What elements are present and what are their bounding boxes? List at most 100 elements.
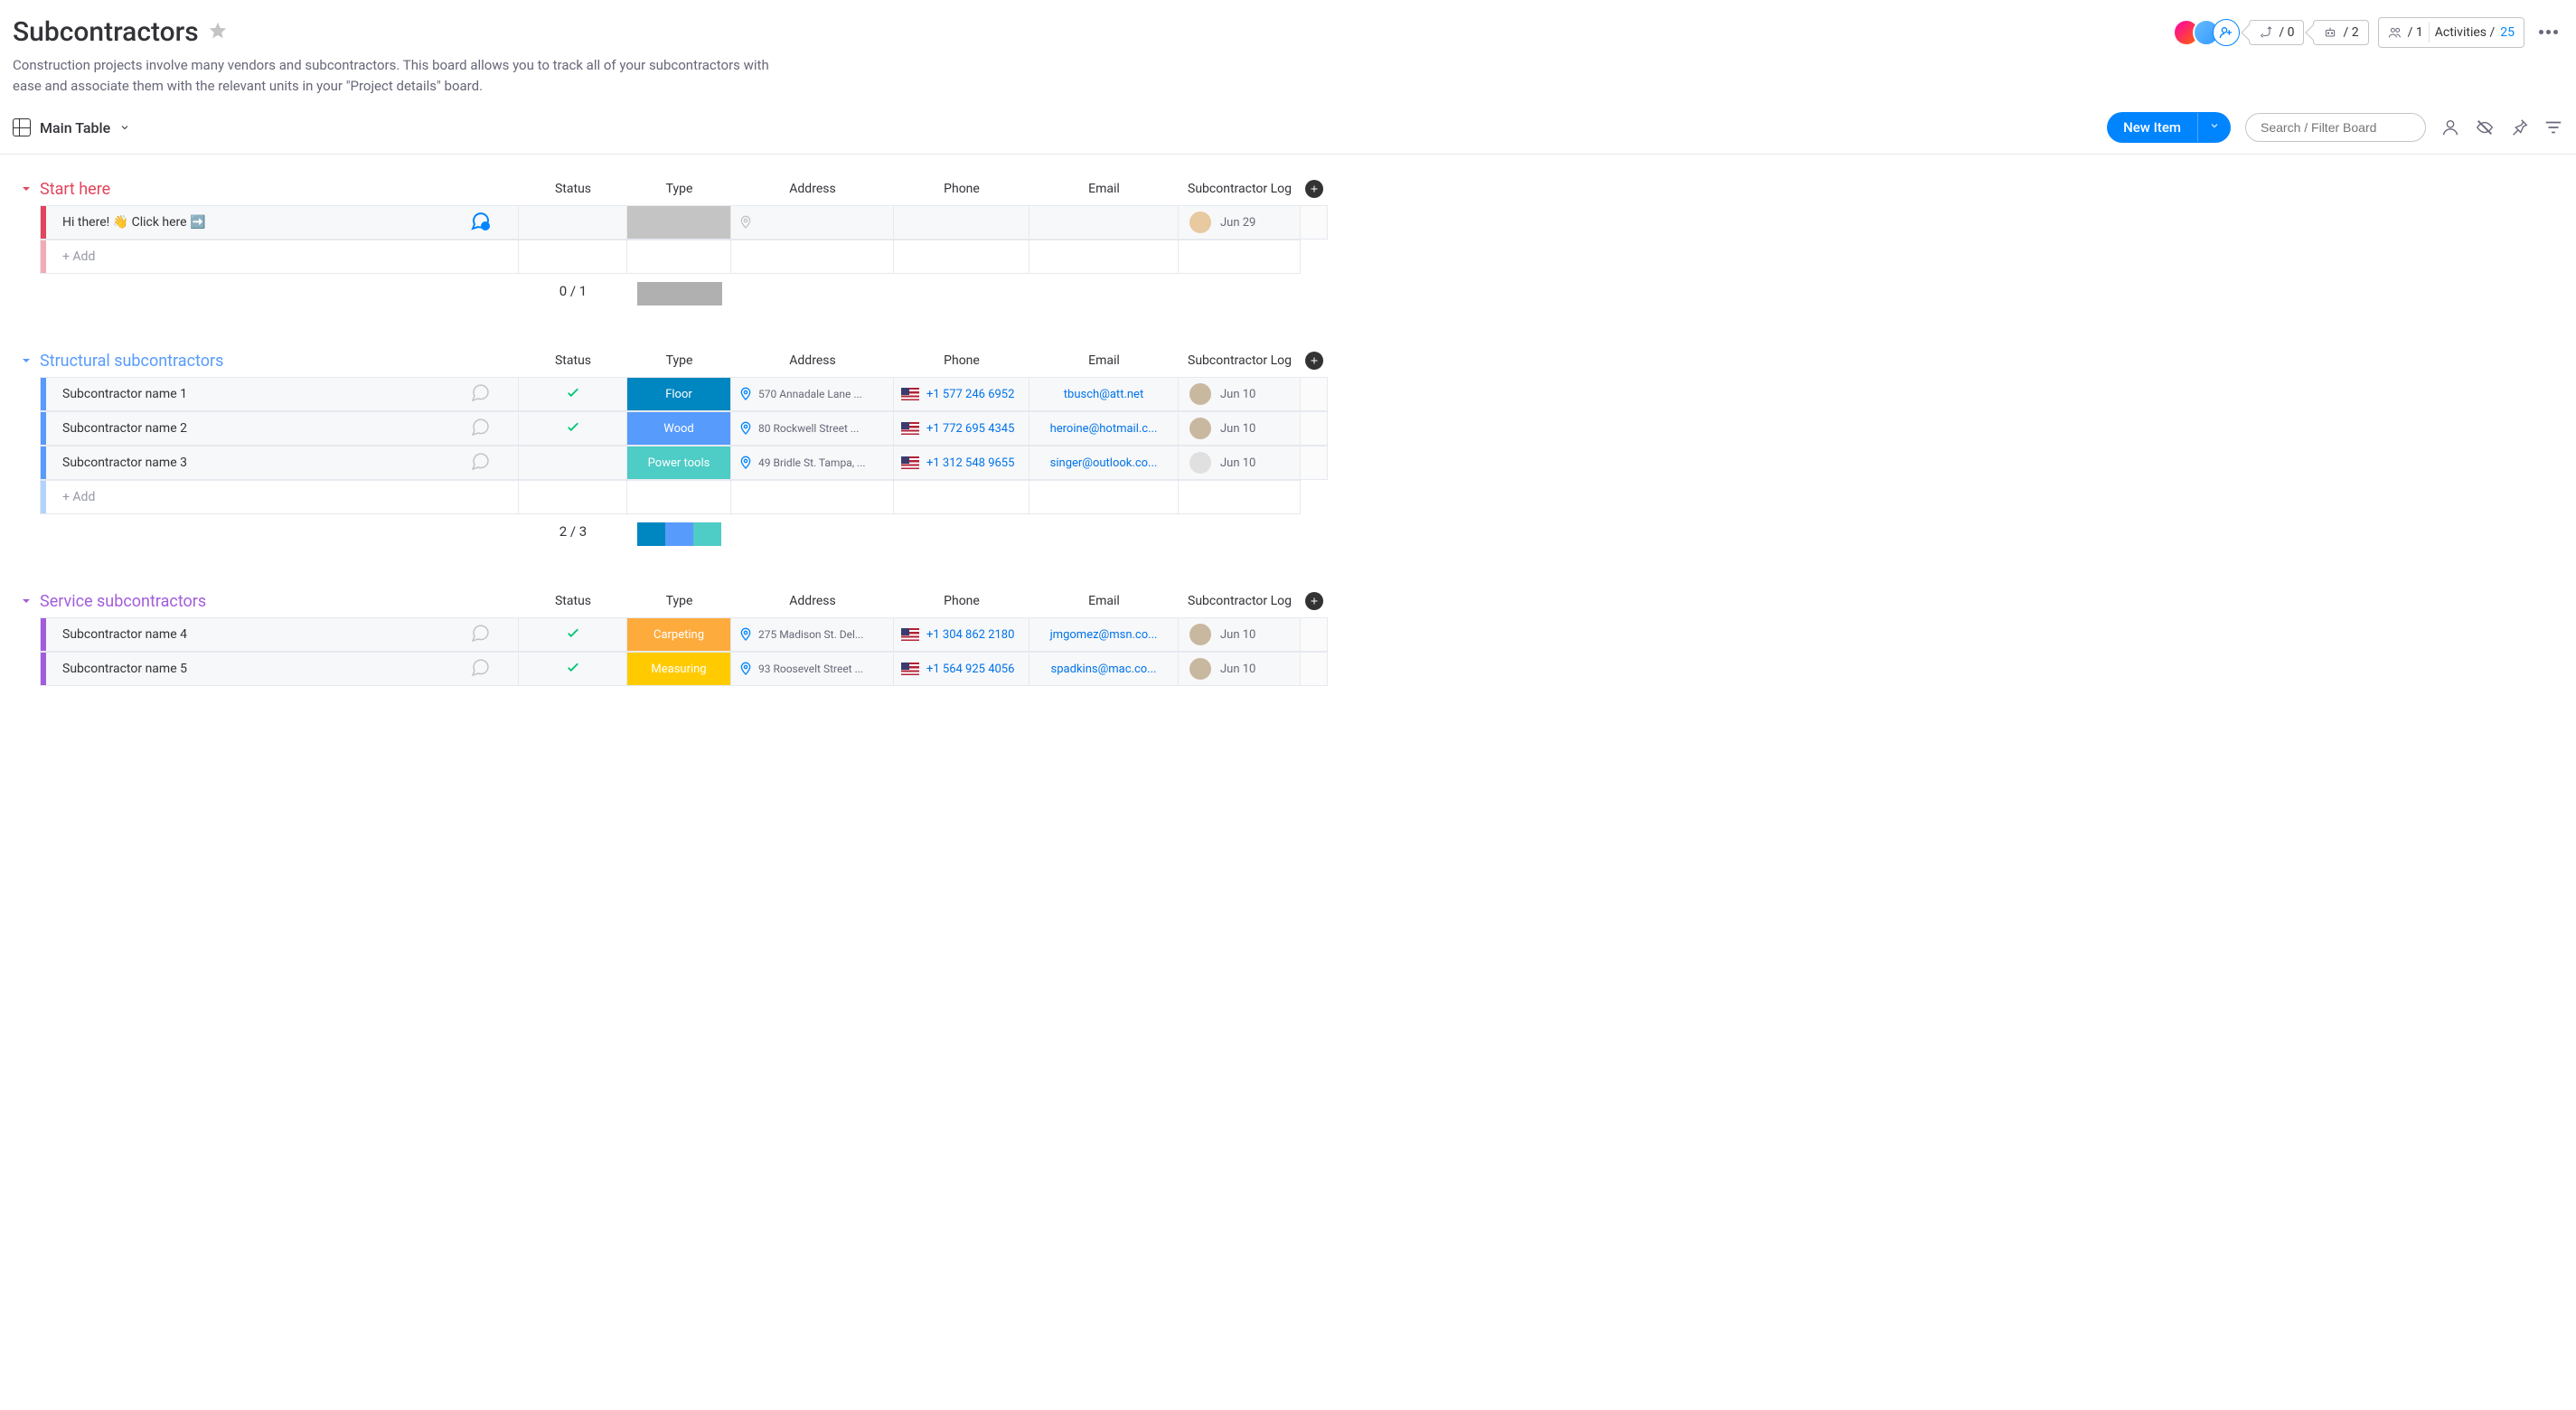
comment-icon[interactable] bbox=[469, 416, 491, 441]
item-name-cell[interactable]: Subcontractor name 5 bbox=[40, 652, 519, 686]
status-cell[interactable] bbox=[519, 377, 627, 411]
type-cell[interactable]: Wood bbox=[627, 411, 731, 446]
filter-icon[interactable] bbox=[2543, 118, 2563, 137]
phone-link[interactable]: +1 564 925 4056 bbox=[926, 663, 1014, 676]
email-link[interactable]: jmgomez@msn.co... bbox=[1037, 628, 1170, 642]
phone-link[interactable]: +1 577 246 6952 bbox=[926, 388, 1014, 401]
phone-cell[interactable]: +1 564 925 4056 bbox=[894, 652, 1029, 686]
group-collapse-toggle[interactable] bbox=[13, 182, 40, 196]
integrations-pill[interactable]: / 0 bbox=[2249, 20, 2304, 45]
status-cell[interactable] bbox=[519, 652, 627, 686]
activities-count[interactable]: 25 bbox=[2500, 25, 2515, 40]
column-header-log[interactable]: Subcontractor Log bbox=[1179, 344, 1301, 377]
address-cell[interactable]: 49 Bridle St. Tampa, ... bbox=[731, 446, 894, 480]
column-header-address[interactable]: Address bbox=[731, 344, 894, 377]
more-menu-icon[interactable] bbox=[2534, 24, 2563, 40]
column-header-email[interactable]: Email bbox=[1029, 173, 1179, 205]
table-row[interactable]: Subcontractor name 5 Measuring 93 Roosev… bbox=[13, 652, 2563, 686]
address-cell[interactable]: 80 Rockwell Street ... bbox=[731, 411, 894, 446]
group-collapse-toggle[interactable] bbox=[13, 353, 40, 368]
status-cell[interactable] bbox=[519, 205, 627, 240]
email-cell[interactable]: spadkins@mac.co... bbox=[1029, 652, 1179, 686]
table-row[interactable]: Subcontractor name 3 Power tools 49 Brid… bbox=[13, 446, 2563, 480]
view-selector[interactable]: Main Table bbox=[13, 118, 130, 136]
status-cell[interactable] bbox=[519, 446, 627, 480]
comment-icon[interactable] bbox=[469, 450, 491, 475]
type-tag[interactable]: Measuring bbox=[627, 653, 730, 685]
column-header-phone[interactable]: Phone bbox=[894, 344, 1029, 377]
email-cell[interactable]: heroine@hotmail.c... bbox=[1029, 411, 1179, 446]
email-link[interactable]: spadkins@mac.co... bbox=[1037, 663, 1170, 676]
group-title[interactable]: Structural subcontractors bbox=[40, 352, 519, 371]
item-name-cell[interactable]: Hi there! 👋 Click here ➡️ 1 bbox=[40, 205, 519, 240]
add-member-icon[interactable] bbox=[2213, 19, 2240, 46]
type-tag[interactable]: Floor bbox=[627, 378, 730, 410]
comment-icon[interactable] bbox=[469, 622, 491, 647]
comment-icon[interactable] bbox=[469, 656, 491, 682]
column-header-type[interactable]: Type bbox=[627, 585, 731, 617]
type-tag[interactable]: Wood bbox=[627, 412, 730, 445]
new-item-dropdown[interactable] bbox=[2197, 113, 2231, 142]
column-header-email[interactable]: Email bbox=[1029, 344, 1179, 377]
members-pill[interactable]: / 1 Activities / 25 bbox=[2378, 17, 2524, 48]
board-members[interactable] bbox=[2173, 19, 2240, 46]
status-cell[interactable] bbox=[519, 411, 627, 446]
email-cell[interactable]: tbusch@att.net bbox=[1029, 377, 1179, 411]
item-name-cell[interactable]: Subcontractor name 4 bbox=[40, 617, 519, 652]
log-cell[interactable]: Jun 29 bbox=[1179, 205, 1301, 240]
phone-cell[interactable]: +1 312 548 9655 bbox=[894, 446, 1029, 480]
item-name-cell[interactable]: Subcontractor name 1 bbox=[40, 377, 519, 411]
phone-cell[interactable]: +1 304 862 2180 bbox=[894, 617, 1029, 652]
type-tag[interactable]: Carpeting bbox=[627, 618, 730, 651]
person-icon[interactable] bbox=[2440, 118, 2460, 137]
table-row[interactable]: Hi there! 👋 Click here ➡️ 1 Jun 29 bbox=[13, 205, 2563, 240]
status-cell[interactable] bbox=[519, 617, 627, 652]
column-header-address[interactable]: Address bbox=[731, 585, 894, 617]
hide-icon[interactable] bbox=[2475, 118, 2495, 137]
log-cell[interactable]: Jun 10 bbox=[1179, 617, 1301, 652]
column-header-phone[interactable]: Phone bbox=[894, 585, 1029, 617]
column-header-log[interactable]: Subcontractor Log bbox=[1179, 585, 1301, 617]
add-column-button[interactable] bbox=[1305, 180, 1323, 198]
comment-icon[interactable]: 1 bbox=[469, 210, 491, 235]
group-collapse-toggle[interactable] bbox=[13, 594, 40, 608]
group-title[interactable]: Service subcontractors bbox=[40, 592, 519, 611]
phone-cell[interactable] bbox=[894, 205, 1029, 240]
column-header-log[interactable]: Subcontractor Log bbox=[1179, 173, 1301, 205]
column-header-status[interactable]: Status bbox=[519, 585, 627, 617]
phone-link[interactable]: +1 312 548 9655 bbox=[926, 456, 1014, 470]
type-tag[interactable] bbox=[627, 206, 730, 239]
phone-cell[interactable]: +1 577 246 6952 bbox=[894, 377, 1029, 411]
star-icon[interactable] bbox=[208, 21, 228, 44]
automations-pill[interactable]: / 2 bbox=[2313, 20, 2368, 45]
email-link[interactable]: tbusch@att.net bbox=[1037, 388, 1170, 401]
phone-link[interactable]: +1 772 695 4345 bbox=[926, 422, 1014, 436]
add-column-button[interactable] bbox=[1305, 352, 1323, 370]
email-cell[interactable]: jmgomez@msn.co... bbox=[1029, 617, 1179, 652]
type-cell[interactable]: Power tools bbox=[627, 446, 731, 480]
address-cell[interactable]: 570 Annadale Lane ... bbox=[731, 377, 894, 411]
type-cell[interactable]: Floor bbox=[627, 377, 731, 411]
log-cell[interactable]: Jun 10 bbox=[1179, 377, 1301, 411]
add-item-row[interactable]: + Add bbox=[40, 480, 519, 514]
table-row[interactable]: Subcontractor name 1 Floor 570 Annadale … bbox=[13, 377, 2563, 411]
log-cell[interactable]: Jun 10 bbox=[1179, 652, 1301, 686]
address-cell[interactable]: 93 Roosevelt Street ... bbox=[731, 652, 894, 686]
column-header-email[interactable]: Email bbox=[1029, 585, 1179, 617]
comment-icon[interactable] bbox=[469, 381, 491, 407]
column-header-phone[interactable]: Phone bbox=[894, 173, 1029, 205]
pin-icon[interactable] bbox=[2509, 118, 2529, 137]
column-header-status[interactable]: Status bbox=[519, 173, 627, 205]
email-link[interactable]: heroine@hotmail.c... bbox=[1037, 422, 1170, 436]
add-column-button[interactable] bbox=[1305, 592, 1323, 610]
email-link[interactable]: singer@outlook.co... bbox=[1037, 456, 1170, 470]
log-cell[interactable]: Jun 10 bbox=[1179, 411, 1301, 446]
column-header-address[interactable]: Address bbox=[731, 173, 894, 205]
table-row[interactable]: Subcontractor name 2 Wood 80 Rockwell St… bbox=[13, 411, 2563, 446]
type-cell[interactable] bbox=[627, 205, 731, 240]
type-cell[interactable]: Carpeting bbox=[627, 617, 731, 652]
new-item-button[interactable]: New Item bbox=[2107, 112, 2231, 143]
log-cell[interactable]: Jun 10 bbox=[1179, 446, 1301, 480]
item-name-cell[interactable]: Subcontractor name 2 bbox=[40, 411, 519, 446]
column-header-type[interactable]: Type bbox=[627, 344, 731, 377]
